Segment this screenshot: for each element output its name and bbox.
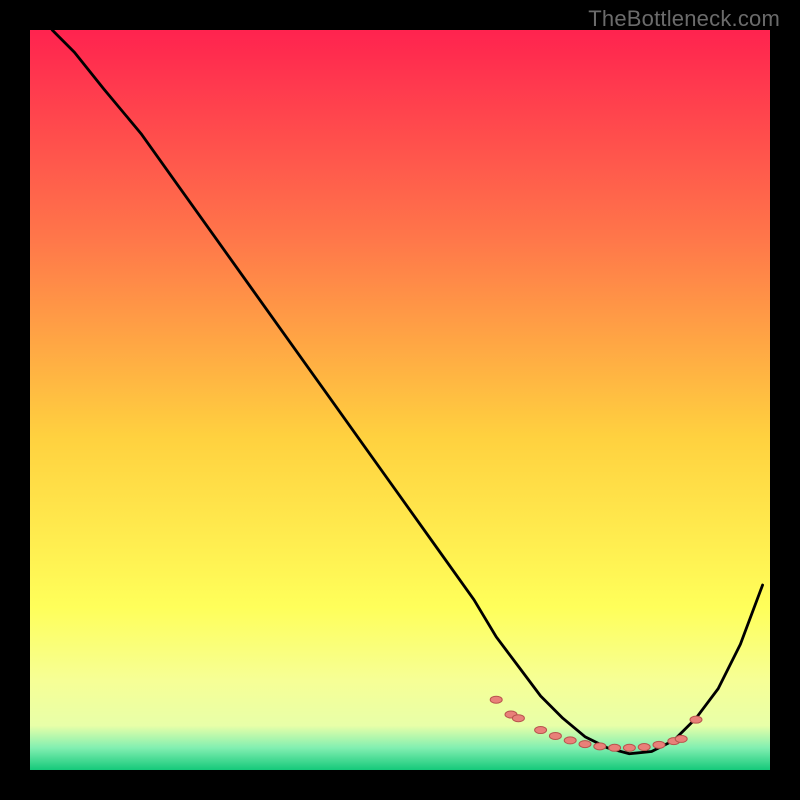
marker-dot bbox=[535, 727, 547, 734]
bottleneck-chart bbox=[30, 30, 770, 770]
marker-dot bbox=[623, 744, 635, 751]
marker-dot bbox=[675, 735, 687, 742]
marker-dot bbox=[594, 743, 606, 750]
marker-dot bbox=[579, 741, 591, 748]
marker-dot bbox=[512, 715, 524, 722]
marker-dot bbox=[690, 716, 702, 723]
marker-dot bbox=[549, 732, 561, 739]
marker-dot bbox=[490, 696, 502, 703]
marker-dot bbox=[564, 737, 576, 744]
marker-dot bbox=[653, 741, 665, 748]
marker-dot bbox=[638, 744, 650, 751]
marker-dot bbox=[609, 744, 621, 751]
gradient-background bbox=[30, 30, 770, 770]
watermark-text: TheBottleneck.com bbox=[588, 6, 780, 32]
chart-container: TheBottleneck.com bbox=[0, 0, 800, 800]
